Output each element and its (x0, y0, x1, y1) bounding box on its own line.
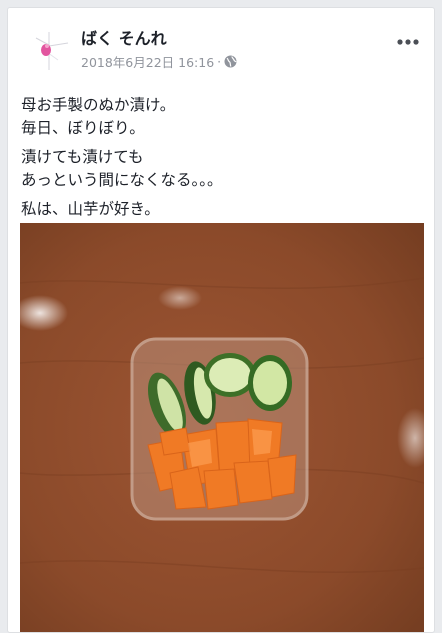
post-card: ばく そんれ 2018年6月22日 16:16 · 母お手製のぬか漬け。 毎日、… (7, 7, 435, 633)
post-text: 母お手製のぬか漬け。 毎日、ぼりぼり。 漬けても漬けても あっという間になくなる… (21, 94, 421, 227)
avatar[interactable] (22, 24, 74, 76)
post-timestamp[interactable]: 2018年6月22日 16:16 (81, 52, 214, 71)
avatar-image (22, 24, 74, 76)
post-text-line: 毎日、ぼりぼり。 (21, 119, 145, 137)
more-options-button[interactable] (394, 32, 422, 52)
post-photo[interactable] (20, 223, 424, 632)
more-options-icon (397, 39, 419, 45)
post-text-line: あっという間になくなる。。。 (21, 171, 223, 189)
author-name[interactable]: ばく そんれ (81, 25, 167, 49)
post-text-line: 母お手製のぬか漬け。 (21, 96, 176, 114)
post-text-line: 漬けても漬けても (21, 148, 144, 166)
post-text-line: 私は、山芋が好き。 (21, 200, 160, 218)
post-paragraph-2: 漬けても漬けても あっという間になくなる。。。 (21, 146, 421, 192)
pickled-vegetables-photo (20, 223, 424, 632)
globe-icon[interactable] (224, 55, 237, 68)
post-paragraph-1: 母お手製のぬか漬け。 毎日、ぼりぼり。 (21, 94, 421, 140)
post-paragraph-3: 私は、山芋が好き。 (21, 198, 421, 221)
meta-separator: · (217, 54, 222, 69)
post-meta: 2018年6月22日 16:16 · (81, 52, 237, 71)
